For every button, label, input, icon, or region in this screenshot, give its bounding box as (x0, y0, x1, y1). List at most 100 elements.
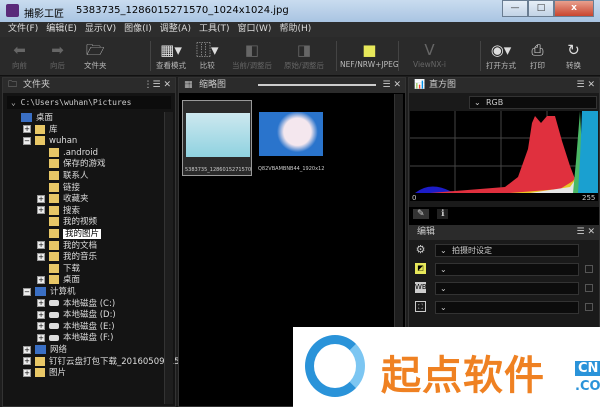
folder-icon: 🗀 (8, 80, 18, 90)
folder-icon (35, 368, 45, 378)
picture-control-dropdown[interactable]: ⌄ (435, 301, 579, 314)
print-button[interactable]: ⎙ 打印 (530, 40, 545, 71)
drive-icon (49, 334, 59, 341)
menu-help[interactable]: 帮助(H) (279, 22, 311, 37)
close-button[interactable]: x (554, 0, 594, 17)
menu-edit[interactable]: 编辑(E) (46, 22, 77, 37)
convert-button[interactable]: ↻ 转换 (566, 40, 581, 71)
scrollbar[interactable] (164, 112, 173, 404)
maximize-button[interactable]: □ (528, 0, 554, 17)
tree-item[interactable]: 链接 (49, 182, 80, 194)
expand-icon[interactable]: + (23, 357, 31, 366)
compare-button[interactable]: ⿲▾ 比较 (196, 40, 219, 71)
tree-item-label: 我的图片 (63, 229, 102, 239)
tree-item[interactable]: + 本地磁盘 (D:) (37, 309, 116, 321)
white-balance-icon: WB (415, 282, 427, 293)
nef-jpeg-button[interactable]: ■ NEF/NRW+JPEG (340, 40, 399, 69)
panel-menu-close[interactable]: ⋮☰ ✕ (144, 78, 171, 93)
tree-item[interactable]: .android (49, 147, 98, 159)
tree-item[interactable]: − wuhan (23, 135, 77, 147)
convert-label: 转换 (566, 61, 581, 70)
tree-item[interactable]: + 网络 (23, 344, 67, 356)
expand-icon[interactable]: + (37, 194, 45, 203)
watermark-com: .CO (575, 379, 600, 394)
exposure-dropdown[interactable]: ⌄ (435, 263, 579, 276)
histogram-max-label: 255 (582, 194, 595, 201)
open-with-button[interactable]: ◉▾ 打开方式 (486, 40, 516, 71)
expand-icon[interactable]: + (37, 275, 45, 284)
tree-item[interactable]: + 我的音乐 (37, 251, 97, 263)
panel-menu-close[interactable]: ☰ ✕ (577, 225, 595, 240)
menu-window[interactable]: 窗口(W) (238, 22, 272, 37)
expand-icon[interactable]: + (37, 241, 45, 250)
menu-image[interactable]: 图像(I) (124, 22, 152, 37)
tree-item[interactable]: + 库 (23, 124, 58, 136)
menu-adjust[interactable]: 调整(A) (160, 22, 191, 37)
expand-icon[interactable]: + (23, 125, 31, 134)
folder-icon (49, 159, 59, 169)
tree-item[interactable]: + 本地磁盘 (C:) (37, 298, 115, 310)
view-mode-label: 查看模式 (156, 61, 186, 70)
printer-icon: ⎙ (531, 41, 544, 59)
tab-info[interactable]: ℹ (437, 209, 449, 219)
app-logo-icon (6, 4, 19, 17)
tree-item[interactable]: 保存的游戏 (49, 158, 106, 170)
folder-icon (49, 205, 59, 215)
expand-icon[interactable]: + (23, 368, 31, 377)
path-text: C:\Users\wuhan\Pictures (20, 98, 132, 107)
picture-control-checkbox[interactable] (585, 303, 593, 311)
panel-menu-close[interactable]: ☰ ✕ (577, 78, 595, 93)
thumbnail-size-slider[interactable] (258, 84, 376, 86)
tree-item[interactable]: 我的视频 (49, 216, 97, 228)
menu-tools[interactable]: 工具(T) (199, 22, 230, 37)
original-after-button[interactable]: ◨ 原始/调整后 (284, 40, 324, 71)
expand-icon[interactable]: + (37, 299, 45, 308)
tree-item[interactable]: + 收藏夹 (37, 193, 89, 205)
expand-icon[interactable]: + (23, 345, 31, 354)
path-dropdown[interactable]: ⌄ C:\Users\wuhan\Pictures (7, 96, 171, 109)
exposure-checkbox[interactable] (585, 265, 593, 273)
tree-item[interactable]: + 本地磁盘 (E:) (37, 321, 115, 333)
tree-item[interactable]: 我的图片 (49, 228, 102, 240)
expand-icon[interactable]: + (37, 322, 45, 331)
tree-item[interactable]: 下载 (49, 263, 80, 275)
folder-button[interactable]: 🗁 文件夹 (84, 40, 107, 71)
collapse-icon[interactable]: − (23, 136, 31, 145)
expand-icon[interactable]: + (37, 333, 45, 342)
viewnx-button[interactable]: V ViewNX-i (413, 40, 446, 69)
tree-item[interactable]: + 本地磁盘 (F:) (37, 332, 113, 344)
tree-item[interactable]: + 搜索 (37, 205, 80, 217)
back-button[interactable]: ⬅ 向前 (12, 40, 27, 71)
tree-item-label: 本地磁盘 (E:) (63, 321, 115, 332)
expand-icon[interactable]: + (37, 310, 45, 319)
tree-item-label: wuhan (49, 136, 78, 147)
thumbnail-item[interactable]: 5383735_1286015271570... (182, 100, 252, 176)
tab-edit[interactable]: ✎ (413, 209, 429, 219)
white-balance-dropdown[interactable]: ⌄ (435, 282, 579, 295)
open-with-label: 打开方式 (486, 61, 516, 70)
channel-dropdown[interactable]: ⌄ RGB (469, 96, 597, 109)
tree-item[interactable]: + 我的文档 (37, 240, 97, 252)
divider (398, 41, 399, 71)
white-balance-checkbox[interactable] (585, 284, 593, 292)
tree-item[interactable]: + 桌面 (37, 274, 80, 286)
chevron-down-icon: ⌄ (440, 284, 447, 293)
tree-item[interactable]: + 钉钉云盘打包下载_20160509_15_ (23, 356, 184, 368)
menu-file[interactable]: 文件(F) (8, 22, 38, 37)
folder-icon (49, 194, 59, 204)
tree-item[interactable]: − 计算机 (23, 286, 76, 298)
before-after-button[interactable]: ◧ 当前/调整后 (232, 40, 272, 71)
menu-view[interactable]: 显示(V) (85, 22, 116, 37)
expand-icon[interactable]: + (37, 252, 45, 261)
panel-menu-close[interactable]: ☰ ✕ (383, 78, 401, 93)
tree-item[interactable]: 桌面 (21, 112, 53, 124)
view-mode-button[interactable]: ▦▾ 查看模式 (156, 40, 186, 71)
preset-dropdown[interactable]: ⌄ 拍摄时设定 (435, 244, 579, 257)
minimize-button[interactable]: — (502, 0, 528, 17)
thumbnail-item[interactable]: Q82VBAMBNB44_1920x12... (256, 100, 326, 176)
collapse-icon[interactable]: − (23, 287, 31, 296)
tree-item[interactable]: 联系人 (49, 170, 89, 182)
forward-button[interactable]: ➡ 向后 (50, 40, 65, 71)
tree-item[interactable]: + 图片 (23, 367, 66, 379)
expand-icon[interactable]: + (37, 206, 45, 215)
